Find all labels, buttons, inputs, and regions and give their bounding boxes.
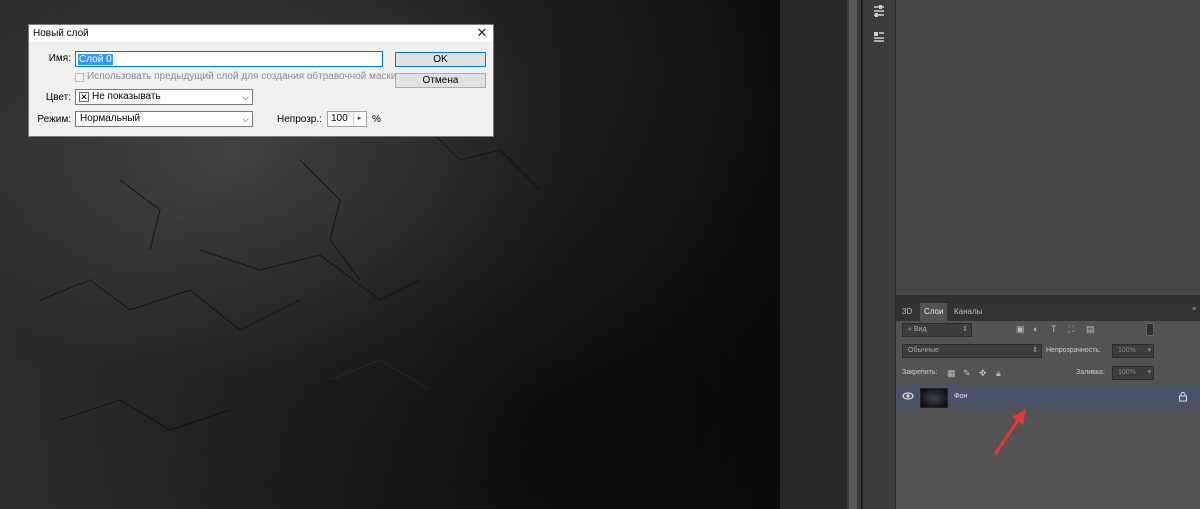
filter-type-icon[interactable]: T: [1051, 324, 1057, 334]
no-color-icon: ✕: [79, 92, 89, 102]
mode-label: Режим:: [37, 114, 71, 125]
fill-input[interactable]: 100% ▾: [1112, 366, 1154, 380]
filter-toggle-switch[interactable]: [1146, 323, 1154, 336]
opacity-value: 100%: [1118, 347, 1136, 354]
panel-divider[interactable]: [896, 295, 1200, 303]
layer-filter-select[interactable]: ⌕ Вид ⇕: [902, 323, 972, 337]
chevron-down-icon: ⌵: [242, 92, 249, 102]
layer-thumbnail[interactable]: [920, 388, 948, 408]
close-icon[interactable]: ✕: [475, 26, 489, 40]
clipping-mask-label: Использовать предыдущий слой для создани…: [87, 71, 397, 82]
opacity-field[interactable]: 100 ▸: [327, 111, 367, 127]
canvas-gutter: [780, 0, 846, 509]
fill-label: Заливка:: [1076, 369, 1105, 376]
chevron-down-icon: ⌵: [242, 114, 249, 124]
fill-value: 100%: [1118, 369, 1136, 376]
lock-pixels-icon[interactable]: ✎: [963, 368, 971, 379]
opacity-value: 100: [331, 113, 348, 124]
dialog-titlebar[interactable]: Новый слой ✕: [29, 25, 493, 42]
ok-button[interactable]: OK: [395, 52, 486, 67]
adjust-sliders-icon[interactable]: [867, 0, 891, 22]
chevron-updown-icon: ⇕: [962, 326, 968, 333]
paragraph-panel-icon[interactable]: [867, 26, 891, 48]
opacity-stepper-arrow-icon[interactable]: ▸: [353, 112, 365, 126]
panel-tabs: 3D Слои Каналы ≡: [896, 303, 1200, 321]
chevron-down-icon: ▾: [1147, 369, 1151, 376]
lock-transparency-icon[interactable]: ▦: [947, 368, 956, 379]
tab-channels[interactable]: Каналы: [950, 303, 986, 321]
dialog-title: Новый слой: [33, 28, 89, 39]
tab-layers[interactable]: Слои: [920, 303, 948, 321]
layer-row[interactable]: Фон: [896, 386, 1200, 408]
cancel-button[interactable]: Отмена: [395, 73, 486, 88]
color-label: Цвет:: [45, 92, 71, 103]
filter-smart-object-icon[interactable]: ▤: [1086, 324, 1095, 335]
lock-label: Закрепить:: [902, 369, 938, 376]
lock-position-icon[interactable]: ✥: [979, 368, 987, 379]
name-label: Имя:: [48, 53, 71, 64]
mode-select[interactable]: Нормальный ⌵: [75, 111, 253, 127]
filter-adjustment-icon[interactable]: ◐: [1033, 324, 1038, 334]
scrollbar-thumb[interactable]: [849, 0, 857, 509]
panel-menu-icon[interactable]: ≡: [1192, 306, 1196, 313]
opacity-unit: %: [372, 114, 381, 125]
chevron-down-icon: ▾: [1147, 347, 1151, 354]
layer-lock-icon: [1178, 391, 1188, 404]
visibility-eye-icon[interactable]: [902, 391, 914, 404]
annotation-arrow-icon: [994, 409, 1026, 455]
upper-panel-area: [896, 0, 1200, 295]
layer-name[interactable]: Фон: [954, 393, 967, 400]
layer-name-input[interactable]: Слой 0: [75, 51, 383, 67]
chevron-updown-icon: ⇕: [1032, 347, 1038, 354]
layers-panel: ⌕ Вид ⇕ ▣ ◐ T ⛶ ▤ Обычные ⇕ Непрозрачнос…: [896, 321, 1200, 509]
opacity-label: Непрозр.:: [277, 114, 322, 125]
opacity-label: Непрозрачность:: [1046, 347, 1101, 354]
blend-mode-select[interactable]: Обычные ⇕: [902, 344, 1042, 358]
filter-shape-icon[interactable]: ⛶: [1068, 324, 1074, 335]
layers-panel-dock: 3D Слои Каналы ≡ ⌕ Вид ⇕ ▣ ◐ T ⛶ ▤ Обычн…: [895, 0, 1200, 509]
lock-all-icon[interactable]: 🔒︎: [996, 368, 1001, 379]
mode-value: Нормальный: [80, 113, 141, 124]
color-value: Не показывать: [92, 91, 161, 102]
panel-icon-strip: [862, 0, 895, 509]
filter-image-icon[interactable]: ▣: [1016, 324, 1025, 335]
clipping-mask-checkbox[interactable]: [75, 73, 84, 82]
color-select[interactable]: ✕ Не показывать ⌵: [75, 89, 253, 105]
filter-kind-value: Вид: [913, 326, 927, 333]
new-layer-dialog: Новый слой ✕ Имя: Слой 0 OK Отмена Испол…: [28, 24, 494, 137]
blend-mode-value: Обычные: [908, 347, 939, 354]
layer-name-value: Слой 0: [78, 54, 113, 65]
opacity-input[interactable]: 100% ▾: [1112, 344, 1154, 358]
tab-3d[interactable]: 3D: [898, 303, 916, 321]
